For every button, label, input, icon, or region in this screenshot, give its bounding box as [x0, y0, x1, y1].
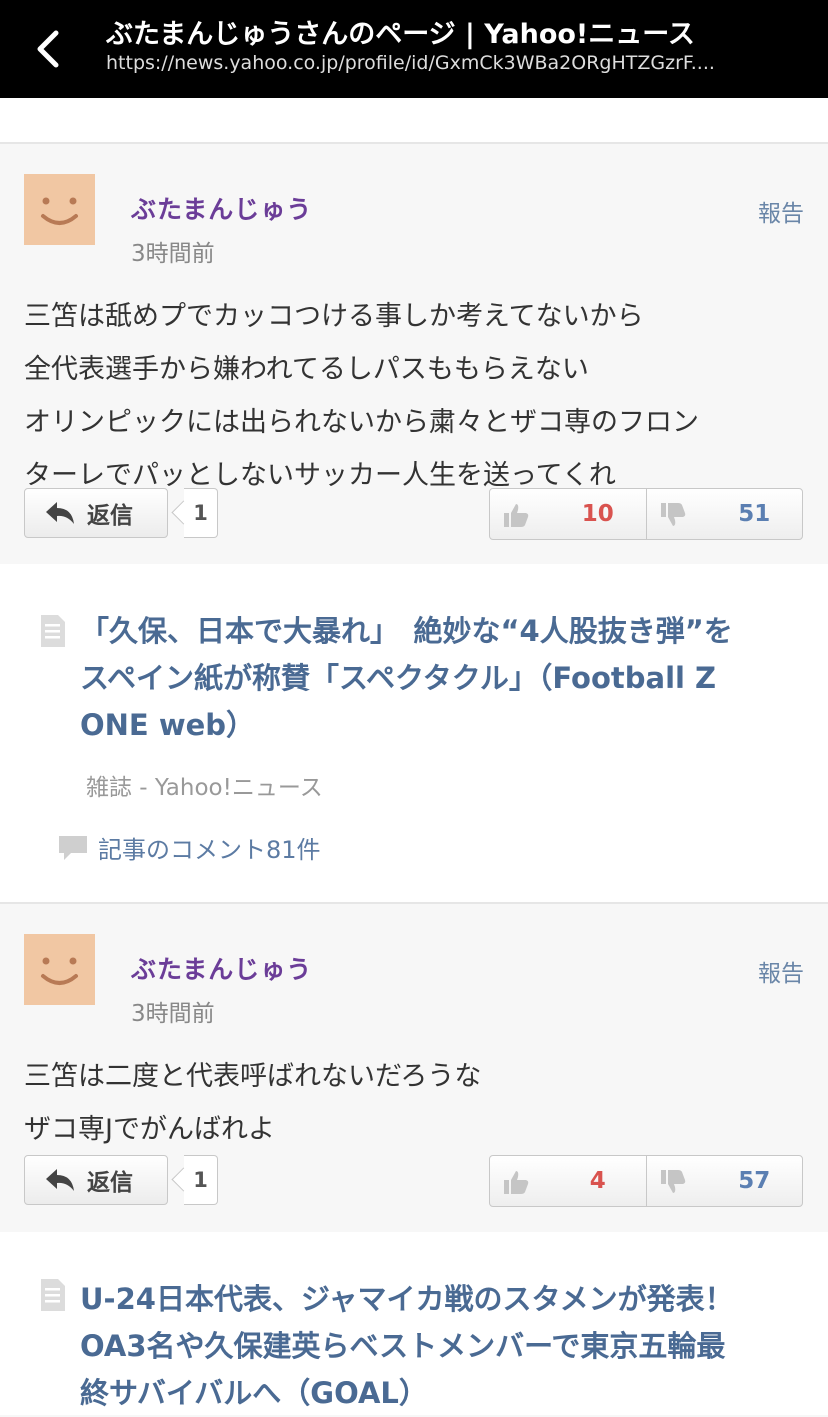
avatar[interactable] — [24, 934, 95, 1005]
comment-body: 三笘は舐めプでカッコつける事しか考えてないから 全代表選手から嫌われてるしパスも… — [24, 290, 814, 502]
vote-group: 4 57 — [489, 1155, 803, 1207]
article-title-line: 「久保、日本で大暴れ」 絶妙な“4人股抜き弾”を — [80, 614, 733, 648]
comment-username[interactable]: ぶたまんじゅう — [131, 190, 312, 226]
page-title: ぶたまんじゅうさんのページ | Yahoo!ニュース — [106, 19, 695, 50]
comment-card: ぶたまんじゅう 3時間前 報告 三笘は二度と代表呼ばれないだろうな ザコ専Jでが… — [0, 902, 828, 1234]
comment-line: 三笘は二度と代表呼ばれないだろうな — [24, 1061, 482, 1092]
smiley-avatar-icon — [41, 957, 78, 985]
report-link[interactable]: 報告 — [758, 954, 804, 988]
dislike-count: 57 — [738, 1168, 771, 1194]
reply-label: 返信 — [87, 1170, 133, 1196]
like-count: 10 — [581, 501, 614, 527]
comment-body: 三笘は二度と代表呼ばれないだろうな ザコ専Jでがんばれよ — [24, 1050, 814, 1156]
smiley-avatar-icon — [41, 197, 78, 225]
previous-item-fragment — [0, 98, 828, 144]
article-title-line: 終サバイバルへ（GOAL） — [80, 1376, 428, 1410]
reply-arrow-icon — [46, 502, 74, 524]
article-title-link[interactable]: 「久保、日本で大暴れ」 絶妙な“4人股抜き弾”を スペイン紙が称賛「スペクタクル… — [80, 608, 780, 749]
thumbs-up-icon — [504, 504, 529, 527]
reply-count[interactable]: 1 — [184, 1155, 218, 1205]
like-button[interactable]: 10 — [490, 489, 646, 539]
like-count: 4 — [589, 1168, 606, 1194]
article-title-line: OA3名や久保建英らベストメンバーで東京五輪最 — [80, 1329, 726, 1363]
comment-time: 3時間前 — [131, 1001, 215, 1027]
article-title-line: スペイン紙が称賛「スペクタクル」（Football Z — [80, 661, 717, 695]
dislike-count: 51 — [738, 501, 771, 527]
vote-group: 10 51 — [489, 488, 803, 540]
thumbs-up-icon — [504, 1171, 529, 1194]
article-title-line: U-24日本代表、ジャマイカ戦のスタメンが発表！ — [80, 1282, 734, 1316]
report-link[interactable]: 報告 — [758, 194, 804, 228]
comment-line: ザコ専Jでがんばれよ — [24, 1114, 275, 1145]
reply-button[interactable]: 返信 — [24, 488, 168, 538]
browser-topbar: ぶたまんじゅうさんのページ | Yahoo!ニュース https://news.… — [0, 0, 828, 98]
comment-line: 全代表選手から嫌われてるしパスももらえない — [24, 354, 589, 385]
page-url: https://news.yahoo.co.jp/profile/id/GxmC… — [106, 52, 715, 74]
dislike-button[interactable]: 57 — [645, 1156, 803, 1206]
article-source: 雑誌 - Yahoo!ニュース — [86, 775, 323, 801]
comment-card: ぶたまんじゅう 3時間前 報告 三笘は舐めプでカッコつける事しか考えてないから … — [0, 142, 828, 566]
article-card: U-24日本代表、ジャマイカ戦のスタメンが発表！ OA3名や久保建英らベストメン… — [0, 1232, 828, 1415]
article-title-link[interactable]: U-24日本代表、ジャマイカ戦のスタメンが発表！ OA3名や久保建英らベストメン… — [80, 1276, 780, 1417]
chevron-left-icon — [37, 30, 59, 68]
comment-time: 3時間前 — [131, 241, 215, 267]
thumbs-down-icon — [660, 1170, 685, 1193]
reply-label: 返信 — [87, 503, 133, 529]
avatar[interactable] — [24, 174, 95, 245]
document-icon — [41, 1279, 65, 1311]
thumbs-down-icon — [660, 503, 685, 526]
comment-line: オリンピックには出られないから粛々とザコ専のフロン — [24, 407, 699, 438]
article-card: 「久保、日本で大暴れ」 絶妙な“4人股抜き弾”を スペイン紙が称賛「スペクタクル… — [0, 564, 828, 902]
dislike-button[interactable]: 51 — [645, 489, 803, 539]
reply-count[interactable]: 1 — [184, 488, 218, 538]
comment-username[interactable]: ぶたまんじゅう — [131, 950, 312, 986]
article-title-line: ONE web） — [80, 708, 256, 742]
like-button[interactable]: 4 — [490, 1156, 646, 1206]
comment-line: 三笘は舐めプでカッコつける事しか考えてないから — [24, 301, 644, 332]
speech-bubble-icon — [59, 835, 87, 860]
back-button[interactable] — [28, 26, 68, 72]
article-comments-link[interactable]: 記事のコメント81件 — [58, 830, 321, 865]
reply-arrow-icon — [46, 1169, 74, 1191]
document-icon — [41, 615, 65, 647]
comments-link-label: 記事のコメント81件 — [98, 836, 321, 864]
reply-button[interactable]: 返信 — [24, 1155, 168, 1205]
